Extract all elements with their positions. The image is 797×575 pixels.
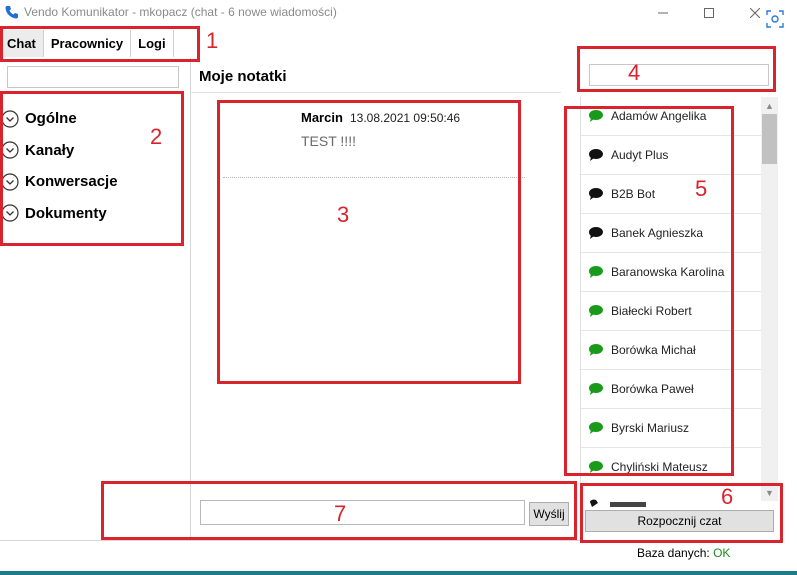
annotation-box-3 bbox=[217, 100, 521, 384]
annotation-box-6 bbox=[580, 483, 783, 543]
user-list-scrollbar[interactable]: ▲ ▼ bbox=[761, 97, 778, 501]
screen-capture-icon[interactable] bbox=[766, 10, 784, 28]
divider bbox=[191, 92, 561, 93]
divider bbox=[0, 540, 580, 541]
minimize-button[interactable] bbox=[640, 0, 686, 26]
annotation-number-2: 2 bbox=[150, 124, 163, 149]
annotation-box-5 bbox=[564, 106, 734, 476]
maximize-icon bbox=[704, 8, 714, 18]
annotation-box-4 bbox=[577, 46, 776, 92]
annotation-number-6: 6 bbox=[721, 484, 734, 509]
annotation-number-7: 7 bbox=[334, 501, 347, 526]
minimize-icon bbox=[658, 12, 668, 14]
left-search-input[interactable] bbox=[7, 66, 179, 88]
conversation-title: Moje notatki bbox=[199, 68, 287, 85]
scroll-thumb[interactable] bbox=[762, 114, 777, 164]
window-title: Vendo Komunikator - mkopacz (chat - 6 no… bbox=[24, 5, 337, 19]
title-bar: Vendo Komunikator - mkopacz (chat - 6 no… bbox=[0, 0, 797, 26]
maximize-button[interactable] bbox=[686, 0, 732, 26]
database-status-value: OK bbox=[713, 546, 731, 560]
annotation-box-1 bbox=[0, 26, 200, 62]
annotation-number-5: 5 bbox=[695, 176, 708, 201]
annotation-number-3: 3 bbox=[337, 202, 350, 227]
phone-icon bbox=[5, 6, 18, 19]
close-icon bbox=[750, 8, 760, 18]
scroll-up-icon[interactable]: ▲ bbox=[761, 97, 778, 114]
annotation-box-2 bbox=[0, 91, 184, 246]
database-status: Baza danych: OK bbox=[637, 546, 730, 560]
taskbar-edge bbox=[0, 571, 797, 575]
annotation-number-1: 1 bbox=[206, 28, 219, 53]
database-label: Baza danych: bbox=[637, 546, 710, 560]
annotation-number-4: 4 bbox=[628, 60, 641, 85]
